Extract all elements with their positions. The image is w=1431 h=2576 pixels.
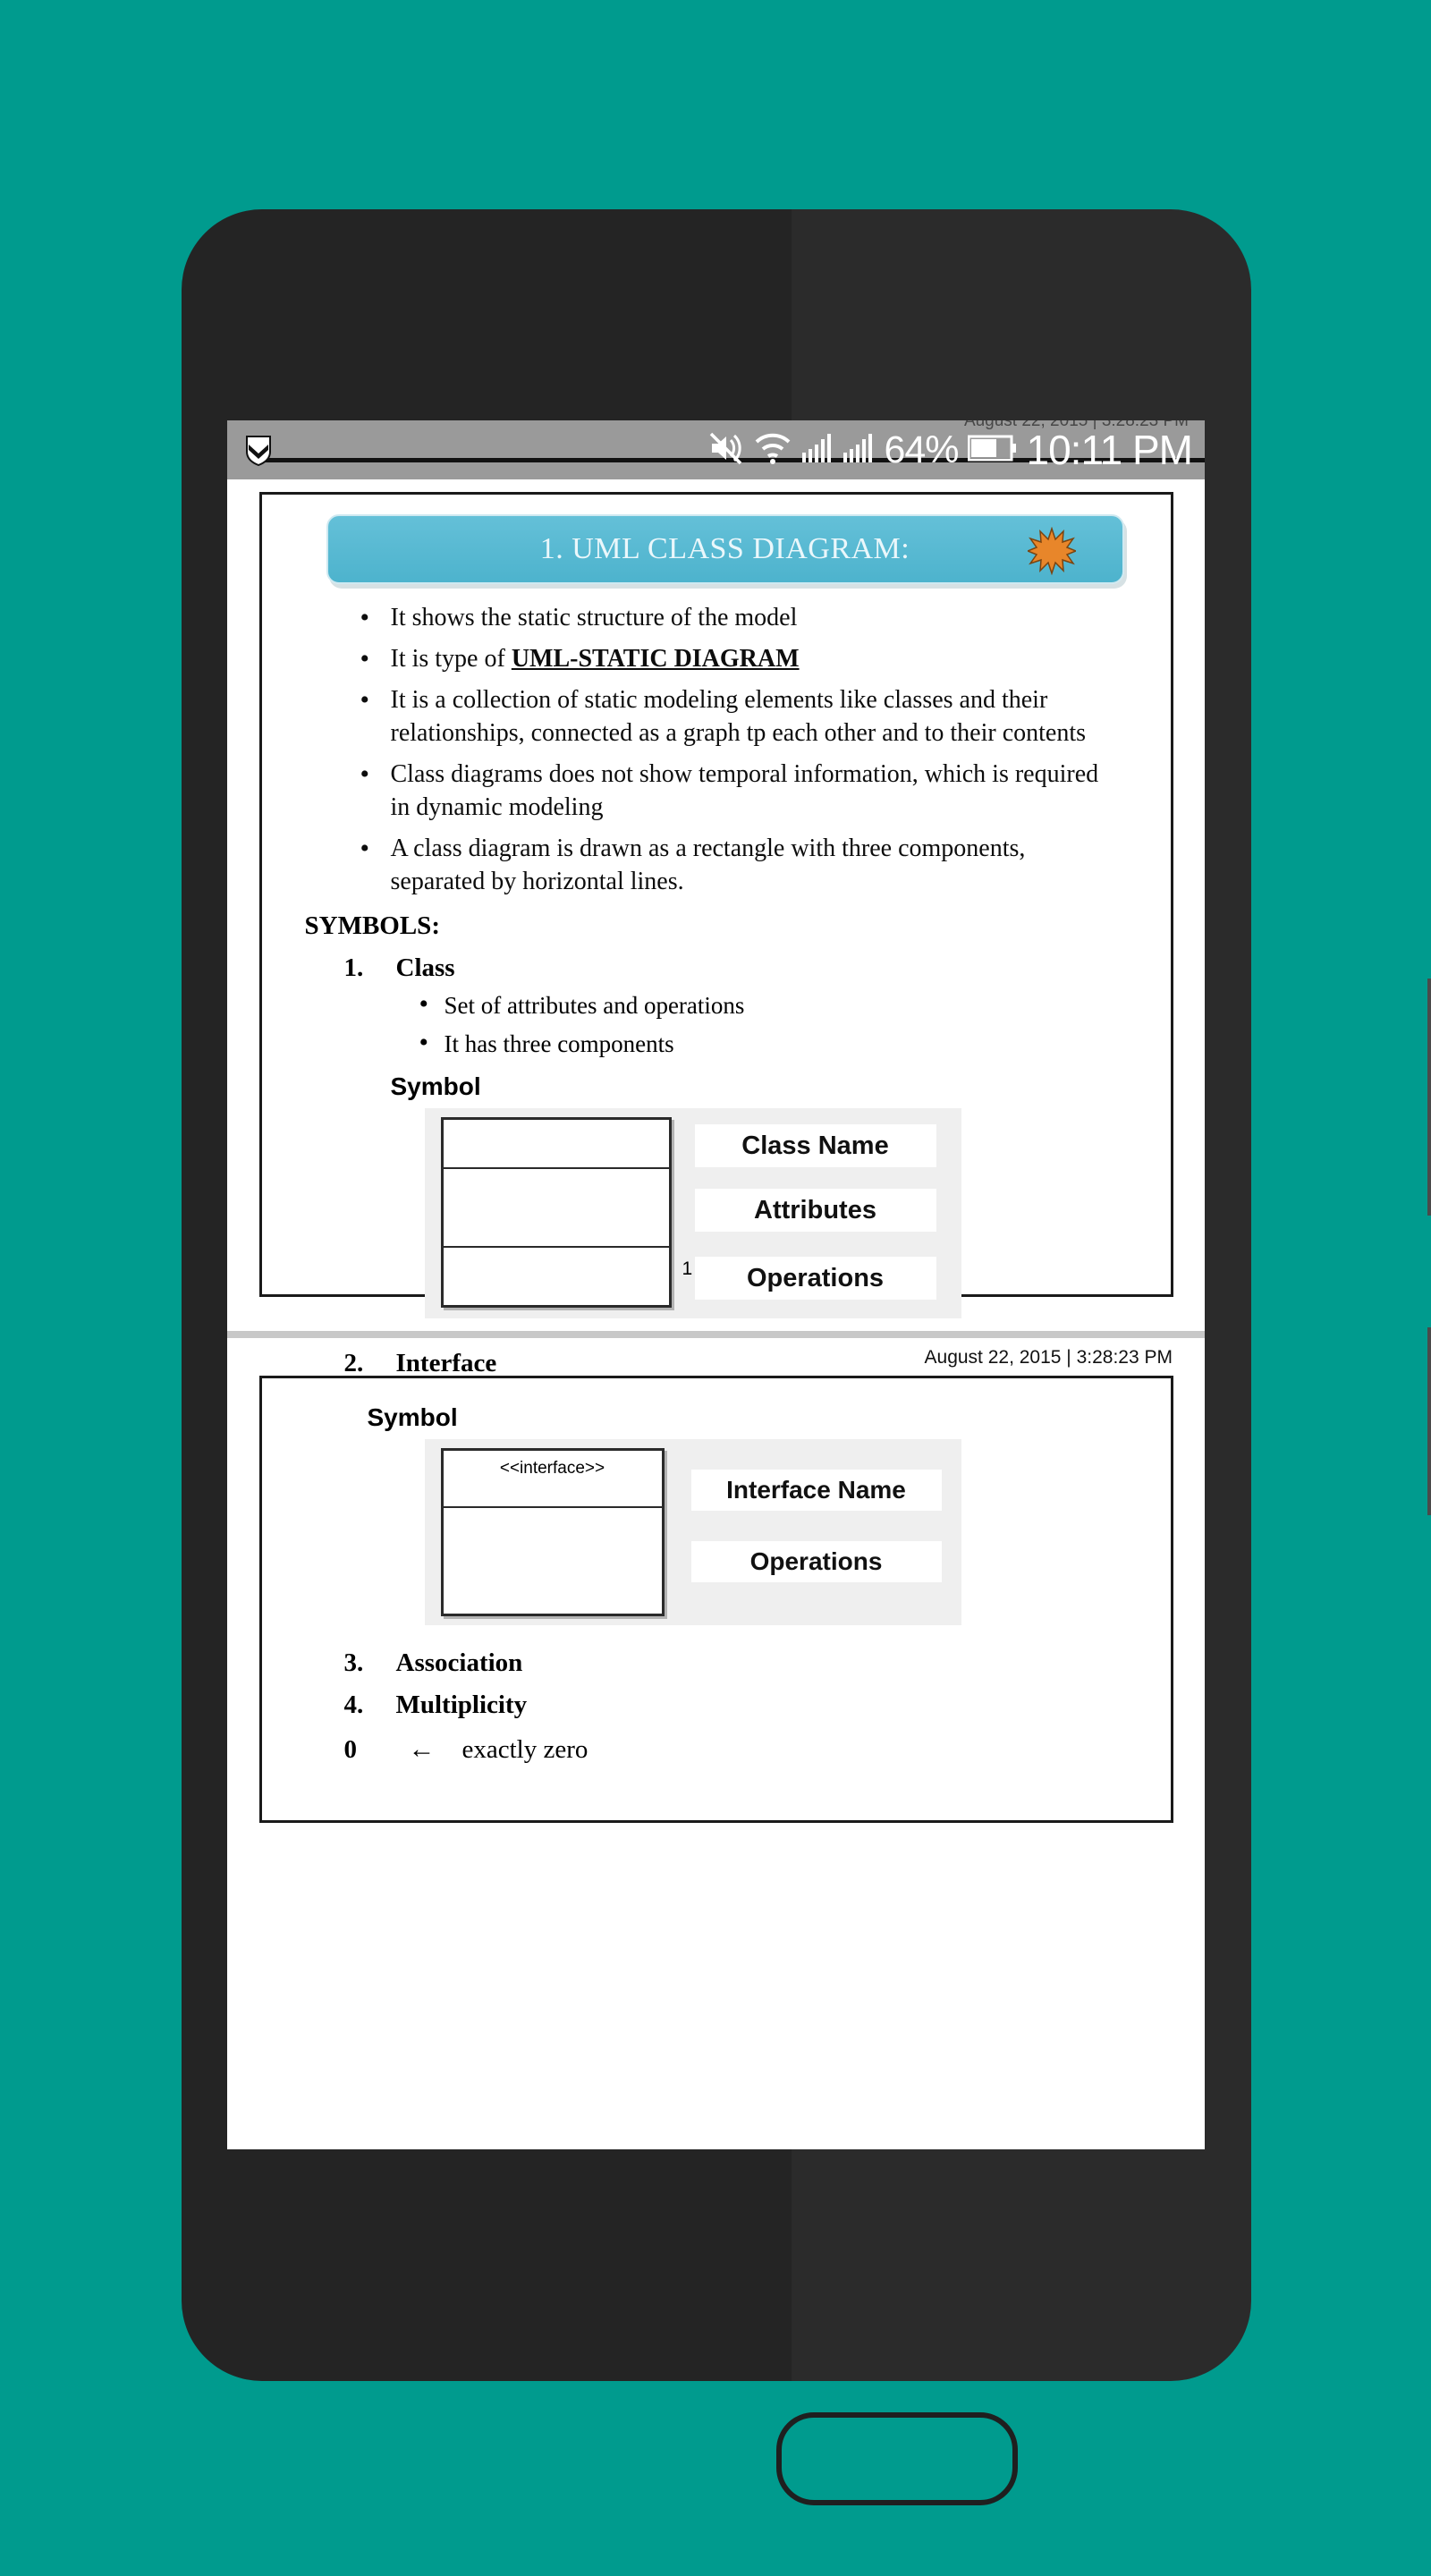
- list-number: 3.: [343, 1648, 364, 1677]
- document-page-2: Symbol <<interface>> Interface Name Oper…: [258, 1376, 1173, 1823]
- list-item: A class diagram is drawn as a rectangle …: [353, 831, 1122, 899]
- signal-bars-icon: [801, 433, 834, 468]
- class-diagram-figure: Class Name Attributes Operations: [424, 1107, 961, 1318]
- class-name-compartment: [443, 1120, 669, 1169]
- class-operations-compartment: [444, 1248, 669, 1309]
- signal-bars-icon: [843, 433, 875, 468]
- volume-button[interactable]: [1427, 979, 1431, 1216]
- power-button[interactable]: [1427, 1327, 1431, 1515]
- status-bar: 64% August 22, 2015 | 3:28:23 PM 10:11 P…: [227, 420, 1205, 479]
- multiplicity-row: 0 ← exactly zero: [344, 1734, 1140, 1765]
- document-viewport[interactable]: 1. UML CLASS DIAGRAM: It shows the stati…: [227, 492, 1205, 2149]
- callout-class-name: Class Name: [694, 1123, 936, 1167]
- status-bar-clock: 10:11 PM: [1026, 427, 1193, 473]
- symbol-item-association: 3. Association: [344, 1648, 1140, 1678]
- home-button[interactable]: [776, 2412, 1018, 2505]
- interface-symbol-box: <<interface>>: [440, 1448, 665, 1616]
- wifi-icon: [753, 430, 792, 470]
- page-number: 1: [682, 1258, 693, 1279]
- volume-muted-icon: [707, 429, 744, 471]
- list-item: It is type of UML-STATIC DIAGRAM: [353, 641, 1122, 677]
- list-number: 4.: [343, 1690, 364, 1719]
- class-sub-bullets: Set of attributes and operations It has …: [414, 989, 1140, 1058]
- class-symbol-box: [440, 1116, 672, 1309]
- list-number: 1.: [343, 953, 364, 982]
- list-item: It is a collection of static modeling el…: [353, 682, 1122, 750]
- status-bar-icons: 64% August 22, 2015 | 3:28:23 PM 10:11 P…: [707, 420, 1193, 474]
- interface-diagram-figure: <<interface>> Interface Name Operations: [424, 1439, 961, 1625]
- list-number: 2.: [343, 1348, 364, 1377]
- list-item: It shows the static structure of the mod…: [353, 600, 1122, 636]
- list-label: Class: [395, 953, 455, 982]
- symbol-item-multiplicity: 4. Multiplicity: [344, 1690, 1140, 1720]
- multiplicity-description: exactly zero: [461, 1734, 588, 1764]
- page-title: 1. UML CLASS DIAGRAM:: [539, 532, 910, 565]
- list-item: Class diagrams does not show temporal in…: [353, 757, 1122, 825]
- multiplicity-value: 0: [343, 1734, 358, 1764]
- document-page-1: 1. UML CLASS DIAGRAM: It shows the stati…: [258, 492, 1173, 1453]
- callout-operations: Operations: [694, 1256, 936, 1300]
- callout-interface-operations: Operations: [690, 1541, 942, 1582]
- list-label: Interface: [395, 1348, 497, 1377]
- callout-interface-name: Interface Name: [690, 1470, 942, 1511]
- interface-operations-compartment: [444, 1508, 662, 1615]
- class-attributes-compartment: [443, 1169, 669, 1248]
- symbol-caption: Symbol: [367, 1403, 458, 1431]
- bullet-emphasis: UML-STATIC DIAGRAM: [511, 644, 800, 673]
- battery-icon: [967, 433, 1018, 468]
- intro-bullet-list: It shows the static structure of the mod…: [353, 600, 1140, 899]
- phone-screen: 64% August 22, 2015 | 3:28:23 PM 10:11 P…: [227, 420, 1205, 2149]
- page-separator: [227, 1331, 1205, 1338]
- bullet-prefix: It is type of: [390, 644, 512, 673]
- section-title-banner: 1. UML CLASS DIAGRAM:: [326, 514, 1124, 584]
- list-item: It has three components: [414, 1028, 1140, 1058]
- list-item: Set of attributes and operations: [414, 989, 1140, 1020]
- symbol-item-interface: 2. Interface: [344, 1349, 1140, 1378]
- shield-icon: [245, 434, 272, 467]
- list-label: Multiplicity: [395, 1690, 528, 1719]
- callout-attributes: Attributes: [694, 1188, 936, 1232]
- symbol-item-class: 1. Class: [344, 953, 1140, 983]
- symbol-caption: Symbol: [390, 1072, 481, 1100]
- list-label: Association: [395, 1648, 523, 1677]
- starburst-icon: [1025, 526, 1078, 576]
- left-arrow-icon: ←: [408, 1734, 436, 1764]
- interface-stereotype-compartment: <<interface>>: [443, 1451, 662, 1508]
- clock-area: August 22, 2015 | 3:28:23 PM 10:11 PM: [964, 420, 1193, 474]
- battery-percentage: 64%: [884, 428, 959, 471]
- symbols-heading: SYMBOLS:: [304, 911, 440, 940]
